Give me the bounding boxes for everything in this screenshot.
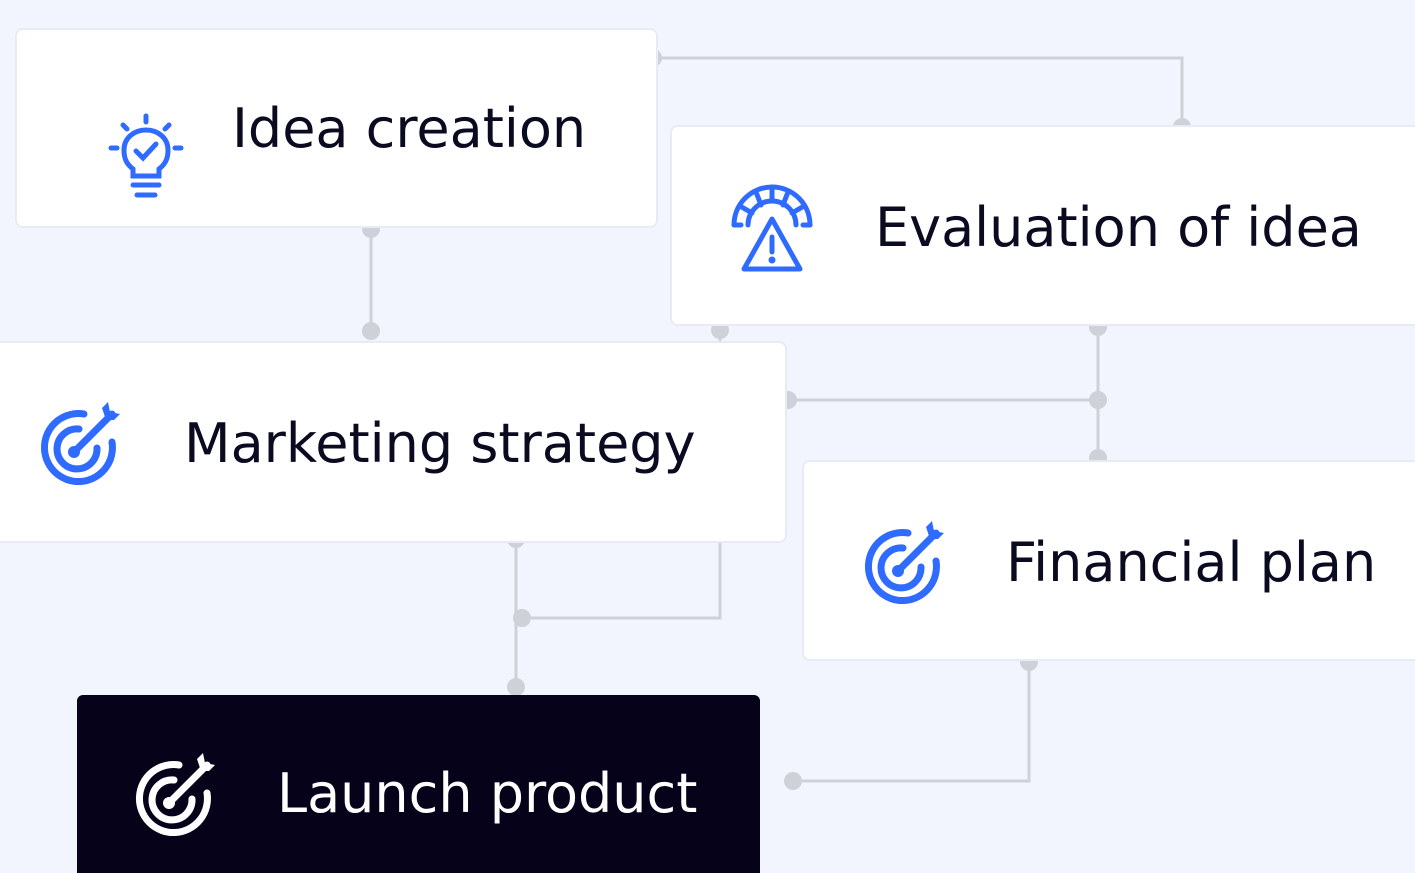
connector-marketing-to-evaluation-branch — [779, 391, 1098, 409]
node-label: Launch product — [277, 762, 698, 825]
lightbulb-icon — [108, 113, 184, 198]
target-icon — [41, 402, 120, 485]
node-financial-plan[interactable]: Financial plan — [802, 460, 1415, 661]
target-icon — [865, 521, 944, 604]
node-label: Evaluation of idea — [875, 196, 1362, 259]
connector-financial-to-launch — [784, 653, 1038, 790]
node-label: Financial plan — [1006, 531, 1377, 594]
connector-evaluation-to-financial — [1089, 318, 1107, 467]
node-label: Idea creation — [232, 97, 587, 160]
node-marketing-strategy[interactable]: Marketing strategy — [0, 341, 787, 543]
gauge-warning-icon — [731, 184, 813, 272]
node-evaluation-of-idea[interactable]: Evaluation of idea — [670, 125, 1415, 326]
target-icon — [136, 753, 215, 836]
connector-idea-to-marketing — [362, 220, 380, 340]
connector-idea-to-evaluation — [644, 49, 1191, 136]
node-label: Marketing strategy — [184, 412, 696, 475]
node-idea-creation[interactable]: Idea creation — [15, 28, 658, 228]
node-launch-product[interactable]: Launch product — [77, 695, 760, 873]
